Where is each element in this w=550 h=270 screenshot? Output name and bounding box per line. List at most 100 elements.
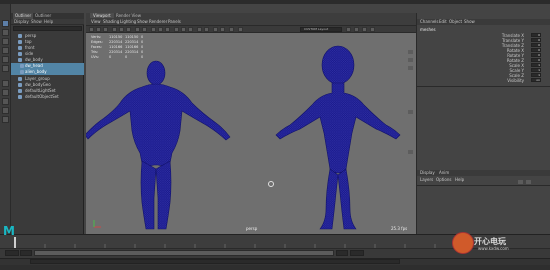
rotate-tool-icon[interactable] — [2, 56, 9, 63]
lights-icon[interactable] — [181, 27, 186, 32]
viewport-icon-bar: CUSTOM Layout — [86, 26, 416, 33]
move-tool-icon[interactable] — [2, 47, 9, 54]
camera-lock-icon[interactable] — [96, 27, 101, 32]
channel-value-field[interactable]: 0 — [531, 38, 541, 42]
menu-panels[interactable]: Panels — [168, 19, 181, 25]
channel-value-field[interactable]: 1 — [531, 63, 541, 67]
new-layer-selected-icon[interactable] — [526, 180, 531, 184]
camera-icon — [18, 46, 22, 50]
channel-value-field[interactable]: 0 — [531, 43, 541, 47]
tab-viewport[interactable]: Viewport — [90, 13, 114, 18]
gamma-icon[interactable] — [354, 27, 359, 32]
new-layer-icon[interactable] — [518, 180, 523, 184]
mesh-icon — [18, 58, 22, 62]
menu-options[interactable]: Options — [436, 177, 451, 183]
command-input[interactable] — [30, 259, 400, 264]
channel-value-field[interactable]: on — [531, 78, 541, 82]
menu-edit[interactable]: Edit — [439, 19, 447, 25]
range-slider[interactable] — [34, 250, 334, 256]
channel-value-field[interactable]: 1 — [531, 73, 541, 77]
layout-outliner-icon[interactable] — [2, 107, 9, 114]
tab-render-view[interactable]: Render View — [113, 13, 144, 18]
outliner-row-selected[interactable]: alien_body — [11, 69, 84, 75]
shelf-icon[interactable] — [408, 58, 413, 62]
axis-gizmo-icon — [93, 220, 101, 228]
layout-four-icon[interactable] — [2, 89, 9, 96]
set-icon — [18, 89, 22, 93]
depth-of-field-icon[interactable] — [229, 27, 234, 32]
shelf-icon[interactable] — [408, 110, 413, 114]
outliner-menu-show[interactable]: Show — [31, 19, 42, 25]
camera-icon — [18, 52, 22, 56]
wireframe-icon[interactable] — [151, 27, 156, 32]
tab-anim-layers[interactable]: Anim — [439, 170, 449, 176]
shelf-icon[interactable] — [408, 66, 413, 70]
start-frame-field[interactable] — [5, 250, 19, 256]
outliner-menu-display[interactable]: Display — [14, 19, 29, 25]
group-icon — [18, 77, 22, 81]
outliner-row[interactable]: defaultObjectSet — [11, 94, 84, 100]
help-line — [0, 265, 550, 270]
panel-layout-icon[interactable] — [370, 27, 375, 32]
selected-object-name: meshes — [420, 27, 436, 32]
channel-value-field[interactable]: 1 — [531, 68, 541, 72]
smooth-shade-icon[interactable] — [158, 27, 163, 32]
image-plane-icon[interactable] — [112, 27, 117, 32]
menu-layers[interactable]: Layers — [420, 177, 433, 183]
shelf-icon[interactable] — [408, 150, 413, 154]
xray-icon[interactable] — [197, 27, 202, 32]
channel-value-field[interactable]: 0 — [531, 48, 541, 52]
pivot-manipulator-icon[interactable] — [268, 181, 274, 187]
channel-box-divider — [417, 86, 550, 87]
isolate-icon[interactable] — [204, 27, 209, 32]
menu-channels[interactable]: Channels — [420, 19, 439, 25]
alien-character-mesh[interactable] — [275, 45, 401, 230]
muscular-character-mesh[interactable] — [86, 60, 231, 230]
menu-help[interactable]: Help — [455, 177, 464, 183]
camera-select-icon[interactable] — [89, 27, 94, 32]
grid-icon[interactable] — [119, 27, 124, 32]
3d-viewport[interactable]: Verts: 110150 110150 0 Edges: 220314 220314 0 … — [86, 33, 416, 234]
paint-tool-icon[interactable] — [2, 38, 9, 45]
lasso-tool-icon[interactable] — [2, 29, 9, 36]
layout-single-icon[interactable] — [2, 80, 9, 87]
color-management-icon[interactable] — [346, 27, 351, 32]
safe-action-icon[interactable] — [142, 27, 147, 32]
outliner-menu-help[interactable]: Help — [44, 19, 53, 25]
title-strip — [0, 0, 550, 4]
textured-icon[interactable] — [174, 27, 179, 32]
exposure-icon[interactable] — [362, 27, 367, 32]
menu-object[interactable]: Object — [449, 19, 462, 25]
shelf-icon[interactable] — [408, 50, 413, 54]
film-gate-icon[interactable] — [126, 27, 131, 32]
scale-tool-icon[interactable] — [2, 65, 9, 72]
resolution-gate-icon[interactable] — [135, 27, 140, 32]
ambient-occlusion-icon[interactable] — [213, 27, 218, 32]
end-frame-field[interactable] — [350, 250, 364, 256]
menu-lighting[interactable]: Lighting — [120, 19, 136, 25]
channel-box-menu: Channels Edit Object Show — [417, 19, 550, 25]
anti-alias-icon[interactable] — [220, 27, 225, 32]
menu-view[interactable]: View — [91, 19, 101, 25]
tab-display-layers[interactable]: Display — [420, 170, 435, 176]
shadows-icon[interactable] — [188, 27, 193, 32]
channel-value-field[interactable]: 0 — [531, 33, 541, 37]
menu-renderer[interactable]: Renderer — [149, 19, 167, 25]
camera-attributes-icon[interactable] — [238, 27, 243, 32]
range-end-field[interactable] — [336, 250, 348, 256]
menu-show[interactable]: Show — [137, 19, 148, 25]
mesh-icon — [20, 70, 24, 74]
channel-value-field[interactable]: 0 — [531, 53, 541, 57]
watermark-logo-icon — [452, 232, 474, 254]
bookmark-icon[interactable] — [103, 27, 108, 32]
channel-value-field[interactable]: 0 — [531, 58, 541, 62]
outliner-search-input[interactable] — [13, 26, 82, 31]
wireframe-on-shaded-icon[interactable] — [165, 27, 170, 32]
range-start-field[interactable] — [20, 250, 32, 256]
layout-split-icon[interactable] — [2, 98, 9, 105]
select-tool-icon[interactable] — [2, 20, 9, 27]
menu-shading[interactable]: Shading — [103, 19, 119, 25]
layout-graph-icon[interactable] — [2, 116, 9, 123]
menu-show[interactable]: Show — [464, 19, 475, 25]
camera-field-input[interactable]: CUSTOM Layout — [300, 27, 342, 32]
